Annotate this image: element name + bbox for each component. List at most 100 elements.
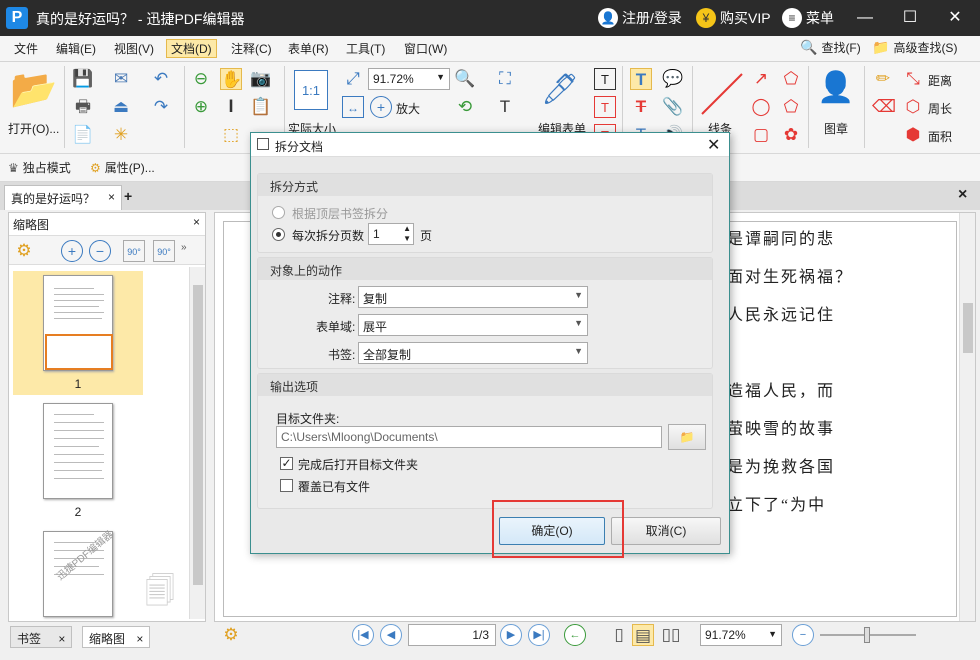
forward-icon[interactable]: ⊕ [190,96,212,118]
open-folder-icon[interactable]: 📂 [10,70,57,110]
textbox-icon[interactable]: T [594,96,616,118]
last-page-button[interactable]: ▶| [528,624,550,646]
menu-edit[interactable]: 编辑(E) [52,40,100,59]
close-panel-icon[interactable]: × [193,215,200,229]
actual-size-icon[interactable]: 1:1 [294,70,328,110]
save-icon[interactable]: 💾 [72,68,94,90]
open-after-checkbox[interactable]: ✓ [280,457,293,470]
minimize-button[interactable]: — [850,6,880,30]
export-icon[interactable]: 📄 [72,124,94,146]
zoom-select[interactable]: 91.72% ▼ [368,68,450,90]
zoom-out-button[interactable]: − [792,624,814,646]
annotation-select[interactable]: 复制 ▼ [358,286,588,308]
back-view-button[interactable]: ← [564,624,586,646]
close-all-tabs-button[interactable]: × [958,186,967,204]
stamp-label[interactable]: 图章 [824,120,848,137]
overwrite-checkbox[interactable] [280,479,293,492]
camera-icon[interactable]: 📷 [250,68,272,90]
pencil-icon[interactable]: ✏ [872,68,894,90]
stepper-up-icon[interactable]: ▲ [403,224,411,233]
exclusive-mode-button[interactable]: ♛ 独占模式 [8,159,71,176]
print-icon[interactable]: 🖶 [72,96,94,118]
dialog-close-icon[interactable]: ✕ [707,135,720,155]
note-icon[interactable]: 💬 [662,68,684,90]
browse-folder-button[interactable]: 📁 [668,424,706,450]
advanced-find-button[interactable]: 📁 高级查找(S) [872,39,957,56]
scan-icon[interactable]: ⏏ [110,96,132,118]
close-thumbnail-tab-icon[interactable]: × [136,632,143,646]
page-number-input[interactable]: 1/3 [408,624,496,646]
menu-file[interactable]: 文件 [10,40,42,59]
polyline-tool-icon[interactable]: ⬠ [780,68,802,90]
menu-document[interactable]: 文档(D) [166,39,217,58]
text-field-icon[interactable]: T [594,68,616,90]
add-tab-button[interactable]: + [124,188,132,204]
cancel-button[interactable]: 取消(C) [611,517,721,545]
area-label[interactable]: 面积 [928,128,952,145]
viewport-indicator[interactable] [45,334,113,370]
zoom-slider[interactable] [820,627,916,643]
perimeter-icon[interactable]: ⬡ [902,96,924,118]
undo-icon[interactable]: ↶ [150,68,172,90]
fit-width-icon[interactable]: ↔ [342,96,364,118]
text-add-icon[interactable]: T [494,96,516,118]
radio-split-pages[interactable] [272,228,285,241]
back-icon[interactable]: ⊖ [190,68,212,90]
paste-icon[interactable]: 📋 [250,96,272,118]
ellipse-tool-icon[interactable]: ◯ [750,96,772,118]
menu-comment[interactable]: 注释(C) [227,40,276,59]
zoom-slider-handle[interactable] [864,627,870,643]
document-tab[interactable]: 真的是好运吗？ × [4,185,122,210]
enlarge-icon[interactable]: + [370,96,392,118]
buy-vip-button[interactable]: ¥ 购买VIP [696,8,771,28]
more-icon[interactable]: » [181,242,187,253]
new-doc-icon[interactable]: ✳ [110,124,132,146]
thumbnail-page-2[interactable] [43,403,113,499]
fit-page-icon[interactable]: ⤢ [342,68,364,90]
menu-view[interactable]: 视图(V) [110,40,158,59]
enlarge-label[interactable]: 放大 [396,100,420,117]
perimeter-label[interactable]: 周长 [928,100,952,117]
zoom-out-thumb-icon[interactable]: − [89,240,111,262]
radio-split-bookmark[interactable] [272,206,285,219]
line-tool-icon[interactable] [698,70,746,118]
redo-icon[interactable]: ↷ [150,96,172,118]
zoom-in-icon[interactable]: 🔍 [454,68,476,90]
thumbnail-page-1[interactable] [43,275,113,371]
polygon-tool-icon[interactable]: ⬠ [780,96,802,118]
bookmark-select[interactable]: 全部复制 ▼ [358,342,588,364]
hand-tool-icon[interactable]: ✋ [220,68,242,90]
menu-window[interactable]: 窗口(W) [400,40,451,59]
doc-scrollbar-thumb[interactable] [963,303,973,353]
facing-page-icon[interactable]: ▯▯ [660,624,682,646]
menu-button[interactable]: ≡ 菜单 [782,8,834,28]
close-window-button[interactable]: ✕ [940,6,970,30]
crop-icon[interactable]: ⛶ [494,68,516,90]
stepper-down-icon[interactable]: ▼ [403,234,411,243]
distance-label[interactable]: 距离 [928,72,952,89]
email-icon[interactable]: ✉ [110,68,132,90]
menu-tools[interactable]: 工具(T) [342,40,389,59]
rotate-right-icon[interactable]: 90° [153,240,175,262]
continuous-page-icon[interactable]: ▤ [632,624,654,646]
single-page-icon[interactable]: ▯ [608,624,630,646]
rotate-left-icon[interactable]: 90° [123,240,145,262]
close-bookmark-tab-icon[interactable]: × [58,632,65,646]
thumbnail-scrollbar[interactable] [189,267,205,619]
prev-page-button[interactable]: ◀ [380,624,402,646]
next-page-button[interactable]: ▶ [500,624,522,646]
status-zoom-select[interactable]: 91.72% ▼ [700,624,782,646]
target-folder-input[interactable]: C:\Users\Mloong\Documents\ [276,426,662,448]
cloud-tool-icon[interactable]: ✿ [780,124,802,146]
zoom-in-thumb-icon[interactable]: + [61,240,83,262]
properties-button[interactable]: ⚙ 属性(P)... [90,159,155,176]
stamp-icon[interactable]: 👤 [816,68,856,108]
select-text-icon[interactable]: 𝐈 [220,96,242,118]
menu-form[interactable]: 表单(R) [284,40,333,59]
thumbnail-tab[interactable]: 缩略图 × [82,626,151,648]
arrow-tool-icon[interactable]: ↗ [750,68,772,90]
eraser-icon[interactable]: ⌫ [872,96,896,118]
scrollbar-thumb[interactable] [193,285,203,585]
bookmark-tab[interactable]: 书签 × [10,626,73,648]
area-icon[interactable]: ⬢ [902,124,924,146]
